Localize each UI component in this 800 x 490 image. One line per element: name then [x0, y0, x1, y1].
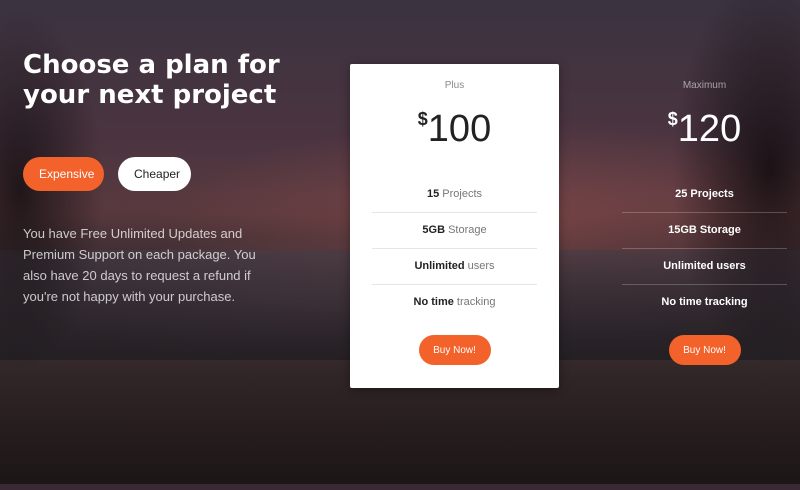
feature-text: No time tracking	[661, 296, 748, 308]
cheaper-button[interactable]: Cheaper	[118, 157, 191, 191]
currency-symbol: $	[417, 109, 428, 129]
feature-bold: Unlimited	[414, 260, 465, 272]
feature-text: Storage	[445, 224, 487, 236]
feature-text: 25 Projects	[675, 188, 734, 200]
price-toggle: Expensive Cheaper	[23, 157, 323, 191]
feature-item: Unlimited users	[622, 249, 787, 285]
feature-bold: No time	[413, 296, 454, 308]
feature-text: 15GB Storage	[668, 224, 741, 236]
feature-text: tracking	[453, 296, 496, 308]
price-amount: 100	[427, 108, 492, 150]
plan-card-maximum: Maximum $120 25 Projects 15GB Storage Un…	[600, 64, 800, 388]
plan-card-plus: Plus $100 15 Projects 5GB Storage Unlimi…	[350, 64, 559, 388]
buy-now-button[interactable]: Buy Now!	[668, 335, 741, 365]
title-line-1: Choose a plan for	[23, 50, 280, 80]
feature-item: 25 Projects	[622, 177, 787, 213]
title-line-2: your next project	[23, 80, 277, 110]
plan-price: $120	[600, 105, 800, 155]
feature-item: 15GB Storage	[622, 213, 787, 249]
feature-list: 15 Projects 5GB Storage Unlimited users …	[372, 177, 537, 320]
feature-item: No time tracking	[372, 285, 537, 320]
feature-text: Unlimited users	[663, 260, 746, 272]
feature-item: 5GB Storage	[372, 213, 537, 249]
plan-name: Maximum	[682, 80, 727, 91]
currency-symbol: $	[667, 109, 678, 129]
feature-item: 15 Projects	[372, 177, 537, 213]
expensive-button[interactable]: Expensive	[23, 157, 104, 191]
feature-bold: 15	[426, 188, 440, 200]
page-title: Choose a plan for your next project	[23, 50, 323, 110]
plan-price: $100	[350, 105, 559, 155]
feature-text: Projects	[439, 188, 483, 200]
feature-item: No time tracking	[622, 285, 787, 320]
plan-description: You have Free Unlimited Updates and Prem…	[23, 226, 256, 304]
plan-name: Plus	[444, 80, 465, 91]
buy-now-button[interactable]: Buy Now!	[418, 335, 491, 365]
feature-item: Unlimited users	[372, 249, 537, 285]
feature-text: users	[464, 260, 495, 272]
feature-bold: 5GB	[422, 224, 446, 236]
feature-list: 25 Projects 15GB Storage Unlimited users…	[622, 177, 787, 320]
hero-section: Choose a plan for your next project Expe…	[23, 50, 323, 320]
price-amount: 120	[677, 108, 742, 150]
